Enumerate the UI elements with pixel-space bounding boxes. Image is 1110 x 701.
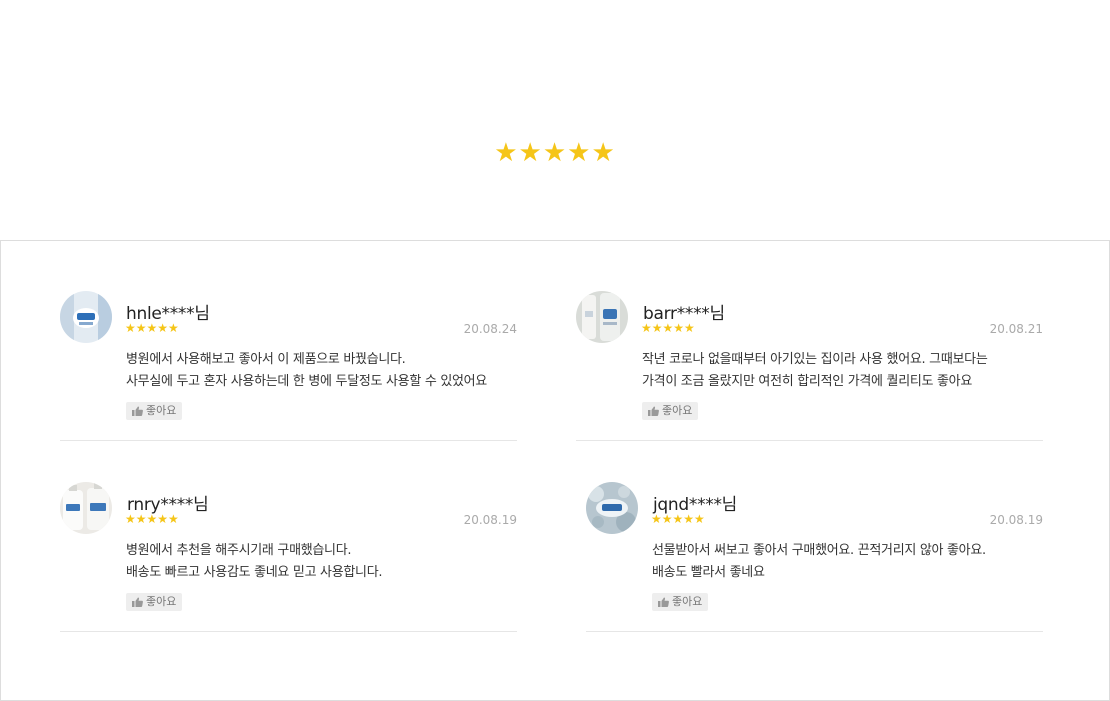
like-button[interactable]: 좋아요 <box>126 402 183 420</box>
review-line: 병원에서 추천을 해주시기래 구매했습니다. <box>126 543 352 558</box>
review-line: 작년 코로나 없을때부터 아기있는 집이라 사용 했어요. 그때보다는 <box>642 352 988 367</box>
like-button[interactable]: 좋아요 <box>652 593 709 611</box>
reviewer-avatar <box>586 482 638 534</box>
review-date: 20.08.24 <box>463 322 517 336</box>
like-label: 좋아요 <box>662 404 693 417</box>
reviewer-avatar <box>60 482 112 534</box>
review-date: 20.08.19 <box>463 513 517 527</box>
like-button[interactable]: 좋아요 <box>126 593 183 611</box>
review-body: 선물받아서 써보고 좋아서 구매했어요. 끈적거리지 않아 좋아요. 배송도 빨… <box>652 540 986 584</box>
thumbs-up-icon <box>648 406 659 416</box>
review-rating-stars: ★★★★★ <box>125 321 179 335</box>
reviewer-avatar <box>576 291 628 343</box>
review-line: 배송도 빨라서 좋네요 <box>652 565 765 580</box>
review-item: jqnd****님 ★★★★★ 20.08.19 선물받아서 써보고 좋아서 구… <box>586 482 1043 632</box>
like-label: 좋아요 <box>672 595 703 608</box>
review-line: 가격이 조금 올랐지만 여전히 합리적인 가격에 퀄리티도 좋아요 <box>642 374 972 389</box>
review-body: 작년 코로나 없을때부터 아기있는 집이라 사용 했어요. 그때보다는 가격이 … <box>642 349 988 393</box>
review-item: barr****님 ★★★★★ 20.08.21 작년 코로나 없을때부터 아기… <box>576 291 1043 441</box>
review-line: 병원에서 사용해보고 좋아서 이 제품으로 바꿨습니다. <box>126 352 406 367</box>
review-item: hnle****님 ★★★★★ 20.08.24 병원에서 사용해보고 좋아서 … <box>60 291 517 441</box>
review-list-panel: hnle****님 ★★★★★ 20.08.24 병원에서 사용해보고 좋아서 … <box>0 240 1110 701</box>
thumbs-up-icon <box>132 597 143 607</box>
thumbs-up-icon <box>132 406 143 416</box>
review-date: 20.08.21 <box>989 322 1043 336</box>
average-rating-stars: ★★★★★ <box>494 138 616 168</box>
review-line: 선물받아서 써보고 좋아서 구매했어요. 끈적거리지 않아 좋아요. <box>652 543 986 558</box>
product-photo-icon <box>576 291 628 343</box>
like-label: 좋아요 <box>146 404 177 417</box>
review-rating-stars: ★★★★★ <box>651 512 705 526</box>
review-rating-stars: ★★★★★ <box>125 512 179 526</box>
reviewer-avatar <box>60 291 112 343</box>
product-photo-icon <box>586 482 638 534</box>
review-item: rnry****님 ★★★★★ 20.08.19 병원에서 추천을 해주시기래 … <box>60 482 517 632</box>
thumbs-up-icon <box>658 597 669 607</box>
review-body: 병원에서 추천을 해주시기래 구매했습니다. 배송도 빠르고 사용감도 좋네요 … <box>126 540 383 584</box>
review-line: 배송도 빠르고 사용감도 좋네요 믿고 사용합니다. <box>126 565 383 580</box>
like-button[interactable]: 좋아요 <box>642 402 699 420</box>
review-rating-stars: ★★★★★ <box>641 321 695 335</box>
review-line: 사무실에 두고 혼자 사용하는데 한 병에 두달정도 사용할 수 있었어요 <box>126 374 487 389</box>
product-photo-icon <box>60 482 112 534</box>
product-photo-icon <box>60 291 112 343</box>
like-label: 좋아요 <box>146 595 177 608</box>
review-body: 병원에서 사용해보고 좋아서 이 제품으로 바꿨습니다. 사무실에 두고 혼자 … <box>126 349 487 393</box>
review-date: 20.08.19 <box>989 513 1043 527</box>
